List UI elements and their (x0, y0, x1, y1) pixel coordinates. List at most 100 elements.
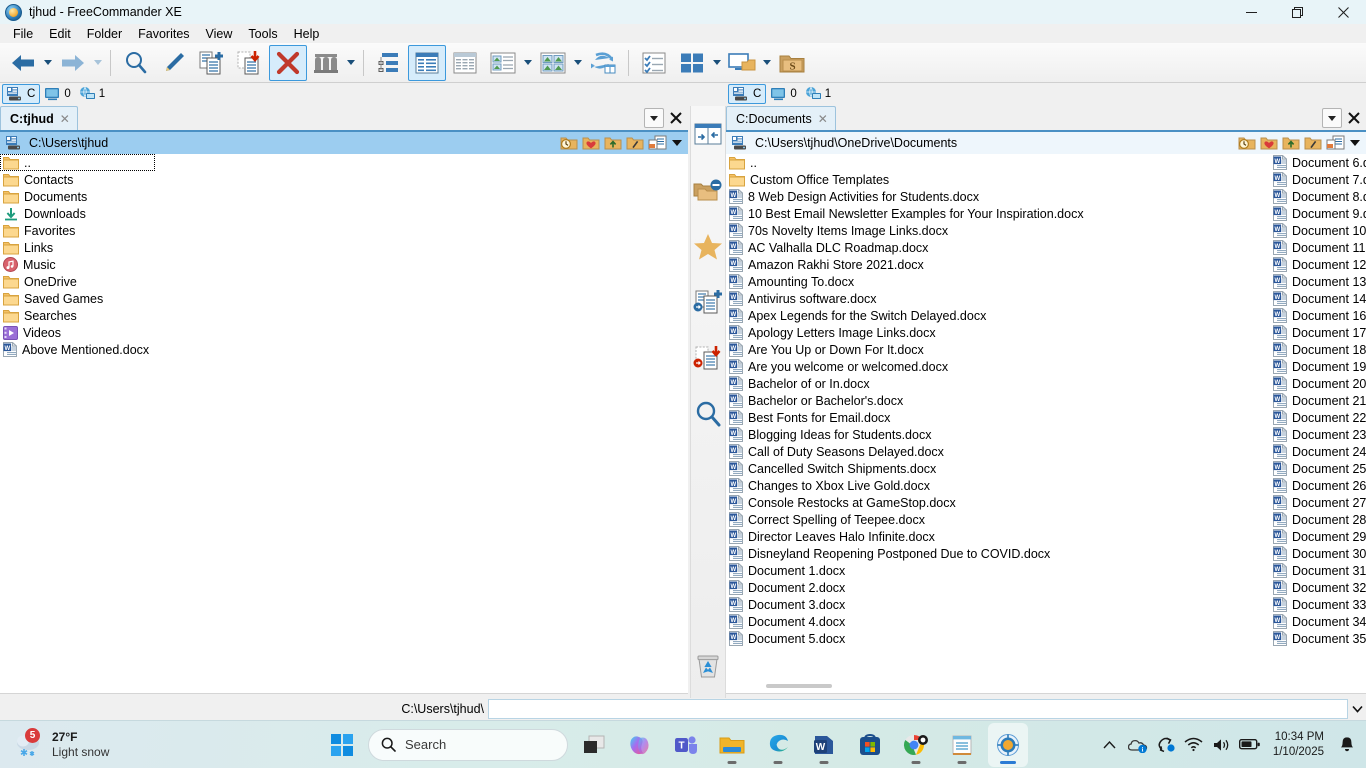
right-file-row[interactable]: WDocument 20.docx (1270, 375, 1366, 392)
right-file-row[interactable]: WDocument 16.docx (1270, 307, 1366, 324)
desktop-folder-button[interactable] (723, 45, 761, 81)
left-file-row[interactable]: Documents (0, 188, 540, 205)
update-icon[interactable] (1153, 728, 1179, 762)
right-file-row[interactable]: WDisneyland Reopening Postponed Due to C… (726, 545, 1266, 562)
left-drive-1[interactable]: 1 (75, 84, 109, 104)
edge-icon[interactable] (758, 723, 798, 767)
copy-button[interactable] (193, 45, 231, 81)
right-file-row[interactable]: WDocument 33.docx (1270, 596, 1366, 613)
right-file-row[interactable]: WCancelled Switch Shipments.docx (726, 460, 1266, 477)
taskbar-clock[interactable]: 10:34 PM 1/10/2025 (1265, 730, 1332, 760)
right-file-row[interactable]: WDocument 35.docx (1270, 630, 1366, 647)
right-file-row[interactable]: WDocument 22.docx (1270, 409, 1366, 426)
details-view-button[interactable] (408, 45, 446, 81)
left-file-row[interactable]: Searches (0, 307, 540, 324)
back-dropdown[interactable] (42, 45, 54, 81)
right-file-row[interactable]: WConsole Restocks at GameStop.docx (726, 494, 1266, 511)
right-file-row[interactable]: WDocument 3.docx (726, 596, 1266, 613)
right-file-list[interactable]: ..Custom Office TemplatesW8 Web Design A… (726, 154, 1366, 693)
taskview-icon[interactable] (574, 723, 614, 767)
right-file-row[interactable]: WDocument 13.docx (1270, 273, 1366, 290)
settings-folder-button[interactable]: S (773, 45, 811, 81)
left-file-row[interactable]: .. (0, 154, 155, 171)
right-file-row[interactable]: WDocument 11.docx (1270, 239, 1366, 256)
right-file-row[interactable]: WDocument 25.docx (1270, 460, 1366, 477)
left-path-dropdown-icon[interactable] (672, 140, 682, 146)
right-file-row[interactable]: WBachelor or Bachelor's.docx (726, 392, 1266, 409)
right-file-row[interactable]: WDocument 5.docx (726, 630, 1266, 647)
right-file-row[interactable]: WDocument 19.docx (1270, 358, 1366, 375)
right-file-row[interactable]: WDocument 7.docx (1270, 171, 1366, 188)
right-file-row[interactable]: WDocument 31.docx (1270, 562, 1366, 579)
right-file-row[interactable]: WDocument 4.docx (726, 613, 1266, 630)
right-drive-1[interactable]: 1 (801, 84, 835, 104)
menu-file[interactable]: File (5, 25, 41, 43)
right-drive-0[interactable]: 0 (766, 84, 800, 104)
thumbnail-list-button[interactable] (484, 45, 522, 81)
left-tab-tjhud[interactable]: C:tjhud ✕ (0, 106, 78, 130)
right-file-row[interactable]: WDocument 26.docx (1270, 477, 1366, 494)
search-button[interactable] (117, 45, 155, 81)
right-file-row[interactable]: WDocument 18.docx (1270, 341, 1366, 358)
right-file-row[interactable]: WApology Letters Image Links.docx (726, 324, 1266, 341)
right-file-row[interactable]: WAmazon Rakhi Store 2021.docx (726, 256, 1266, 273)
right-file-row[interactable]: WDocument 32.docx (1270, 579, 1366, 596)
right-tab-dropdown-button[interactable] (1322, 108, 1342, 128)
left-file-row[interactable]: Contacts (0, 171, 540, 188)
command-bar-expand-icon[interactable] (1348, 705, 1366, 713)
left-panel-close-button[interactable] (667, 108, 685, 128)
word-icon[interactable]: W (804, 723, 844, 767)
right-file-row[interactable]: WAmounting To.docx (726, 273, 1266, 290)
right-file-row[interactable]: WDocument 34.docx (1270, 613, 1366, 630)
left-file-row[interactable]: WAbove Mentioned.docx (0, 341, 540, 358)
thumbnail-grid-dropdown[interactable] (572, 45, 584, 81)
list-view-button[interactable] (446, 45, 484, 81)
chrome-icon[interactable] (896, 723, 936, 767)
volume-icon[interactable] (1209, 728, 1235, 762)
sync-panels-button[interactable] (584, 45, 622, 81)
right-file-row[interactable]: WAntivirus software.docx (726, 290, 1266, 307)
quad-view-dropdown[interactable] (711, 45, 723, 81)
right-file-row[interactable]: WCall of Duty Seasons Delayed.docx (726, 443, 1266, 460)
compare-folders-button[interactable] (307, 45, 345, 81)
right-file-row[interactable]: WDocument 8.docx (1270, 188, 1366, 205)
left-path-bar[interactable]: C:\Users\tjhud (0, 132, 688, 154)
left-file-row[interactable]: Links (0, 239, 540, 256)
command-input[interactable] (488, 699, 1348, 719)
left-file-list[interactable]: ..ContactsDocumentsDownloadsFavoritesLin… (0, 154, 688, 693)
wifi-icon[interactable] (1181, 728, 1207, 762)
right-file-row[interactable]: W10 Best Email Newsletter Examples for Y… (726, 205, 1266, 222)
left-file-row[interactable]: OneDrive (0, 273, 540, 290)
freecommander-taskbar-icon[interactable] (988, 723, 1028, 767)
right-horizontal-scrollbar[interactable] (766, 684, 832, 688)
notepad-icon[interactable] (942, 723, 982, 767)
favorites-star-button[interactable] (690, 218, 726, 274)
store-icon[interactable] (850, 723, 890, 767)
bell-icon[interactable] (1334, 728, 1360, 762)
right-file-row[interactable]: WBest Fonts for Email.docx (726, 409, 1266, 426)
copilot-icon[interactable] (620, 723, 660, 767)
right-file-row[interactable]: WDocument 2.docx (726, 579, 1266, 596)
right-file-row[interactable]: WAC Valhalla DLC Roadmap.docx (726, 239, 1266, 256)
menu-folder[interactable]: Folder (79, 25, 130, 43)
minimize-button[interactable] (1228, 0, 1274, 24)
right-file-row[interactable]: WBlogging Ideas for Students.docx (726, 426, 1266, 443)
move-button[interactable] (231, 45, 269, 81)
left-drive-0[interactable]: 0 (40, 84, 74, 104)
move-to-panel-button[interactable] (690, 330, 726, 386)
close-button[interactable] (1320, 0, 1366, 24)
desktop-folder-dropdown[interactable] (761, 45, 773, 81)
left-file-row[interactable]: Saved Games (0, 290, 540, 307)
right-file-row[interactable]: W70s Novelty Items Image Links.docx (726, 222, 1266, 239)
copy-to-panel-button[interactable] (690, 274, 726, 330)
menu-view[interactable]: View (198, 25, 241, 43)
back-button[interactable] (4, 45, 42, 81)
right-file-row[interactable]: W8 Web Design Activities for Students.do… (726, 188, 1266, 205)
right-file-row[interactable]: WAre you welcome or welcomed.docx (726, 358, 1266, 375)
right-file-row[interactable]: Custom Office Templates (726, 171, 1266, 188)
recycle-bin-button[interactable] (690, 638, 726, 694)
right-tab-documents[interactable]: C:Documents ✕ (726, 106, 836, 130)
checklist-button[interactable] (635, 45, 673, 81)
folder-compare-button[interactable] (690, 162, 726, 218)
right-file-row[interactable]: WDirector Leaves Halo Infinite.docx (726, 528, 1266, 545)
